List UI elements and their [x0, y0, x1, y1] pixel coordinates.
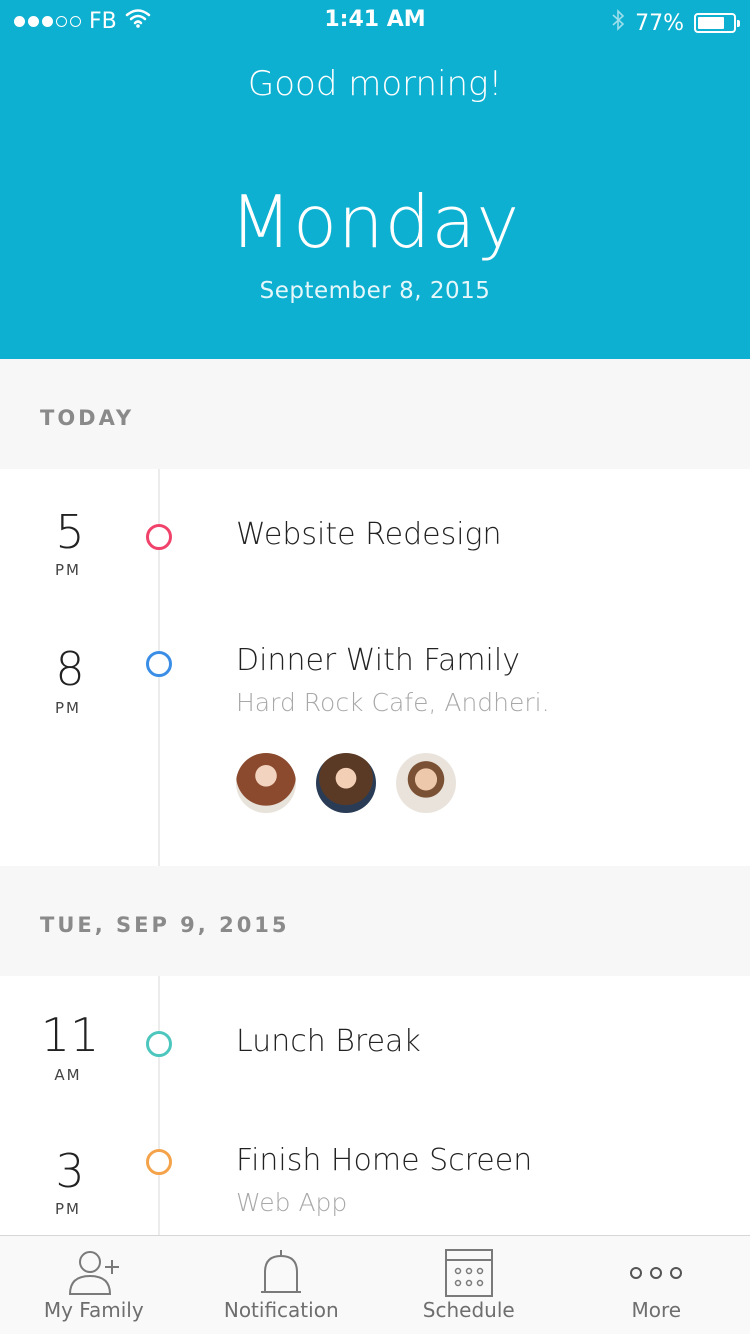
event-hour: 3 — [55, 1144, 85, 1198]
event-dinner-with-family[interactable]: 8 PM Dinner With Family Hard Rock Cafe, … — [0, 594, 750, 866]
event-title: Lunch Break — [236, 1024, 421, 1059]
section-header-tue-sep-9: TUE, SEP 9, 2015 — [0, 866, 750, 976]
event-website-redesign[interactable]: 5 PM Website Redesign — [0, 469, 750, 594]
calendar-icon — [444, 1249, 493, 1297]
avatar[interactable] — [316, 753, 376, 813]
bluetooth-icon — [611, 8, 625, 38]
tab-more[interactable]: More — [563, 1236, 750, 1334]
event-ampm: PM — [55, 699, 81, 717]
greeting: Good morning! — [247, 64, 503, 104]
tab-label: More — [631, 1298, 682, 1322]
avatar[interactable] — [396, 753, 456, 813]
event-subtitle: Web App — [236, 1188, 348, 1217]
day-title: Monday — [229, 180, 521, 264]
event-marker-dot — [146, 524, 172, 550]
tab-label: Notification — [223, 1298, 339, 1322]
attendee-avatars — [236, 753, 456, 813]
event-finish-home-screen[interactable]: 3 PM Finish Home Screen Web App — [0, 1101, 750, 1235]
tab-notification[interactable]: Notification — [188, 1236, 376, 1334]
avatar[interactable] — [236, 753, 296, 813]
event-hour: 8 — [55, 642, 85, 696]
section-label: TUE, SEP 9, 2015 — [40, 913, 290, 937]
section-label: TODAY — [40, 406, 135, 430]
event-marker-dot — [146, 651, 172, 677]
status-bar: FB 1:41 AM 77% — [0, 0, 750, 40]
tab-schedule[interactable]: Schedule — [375, 1236, 563, 1334]
event-marker-dot — [146, 1031, 172, 1057]
event-title: Dinner With Family — [236, 643, 520, 678]
event-lunch-break[interactable]: 11 AM Lunch Break — [0, 976, 750, 1101]
bell-icon — [261, 1250, 302, 1293]
tab-bar: My Family Notification Schedule More — [0, 1235, 750, 1334]
battery-icon — [694, 13, 740, 33]
event-hour: 5 — [55, 505, 85, 559]
tab-label: Schedule — [422, 1298, 515, 1322]
tab-label: My Family — [43, 1298, 144, 1322]
event-location: Hard Rock Cafe, Andheri. — [236, 688, 550, 717]
section-header-today: TODAY — [0, 359, 750, 469]
event-title: Website Redesign — [236, 517, 502, 552]
more-icon — [630, 1267, 683, 1279]
header: FB 1:41 AM 77% Good morning! Monday Sept… — [0, 0, 750, 359]
event-hour: 11 — [40, 1008, 100, 1062]
tab-my-family[interactable]: My Family — [0, 1236, 188, 1334]
date-subtitle: September 8, 2015 — [259, 278, 491, 304]
add-user-icon — [68, 1251, 119, 1295]
event-ampm: PM — [55, 561, 81, 579]
event-marker-dot — [146, 1149, 172, 1175]
event-title: Finish Home Screen — [236, 1143, 533, 1178]
battery-percentage: 77% — [635, 10, 684, 36]
event-ampm: AM — [54, 1066, 82, 1084]
event-ampm: PM — [55, 1200, 81, 1218]
